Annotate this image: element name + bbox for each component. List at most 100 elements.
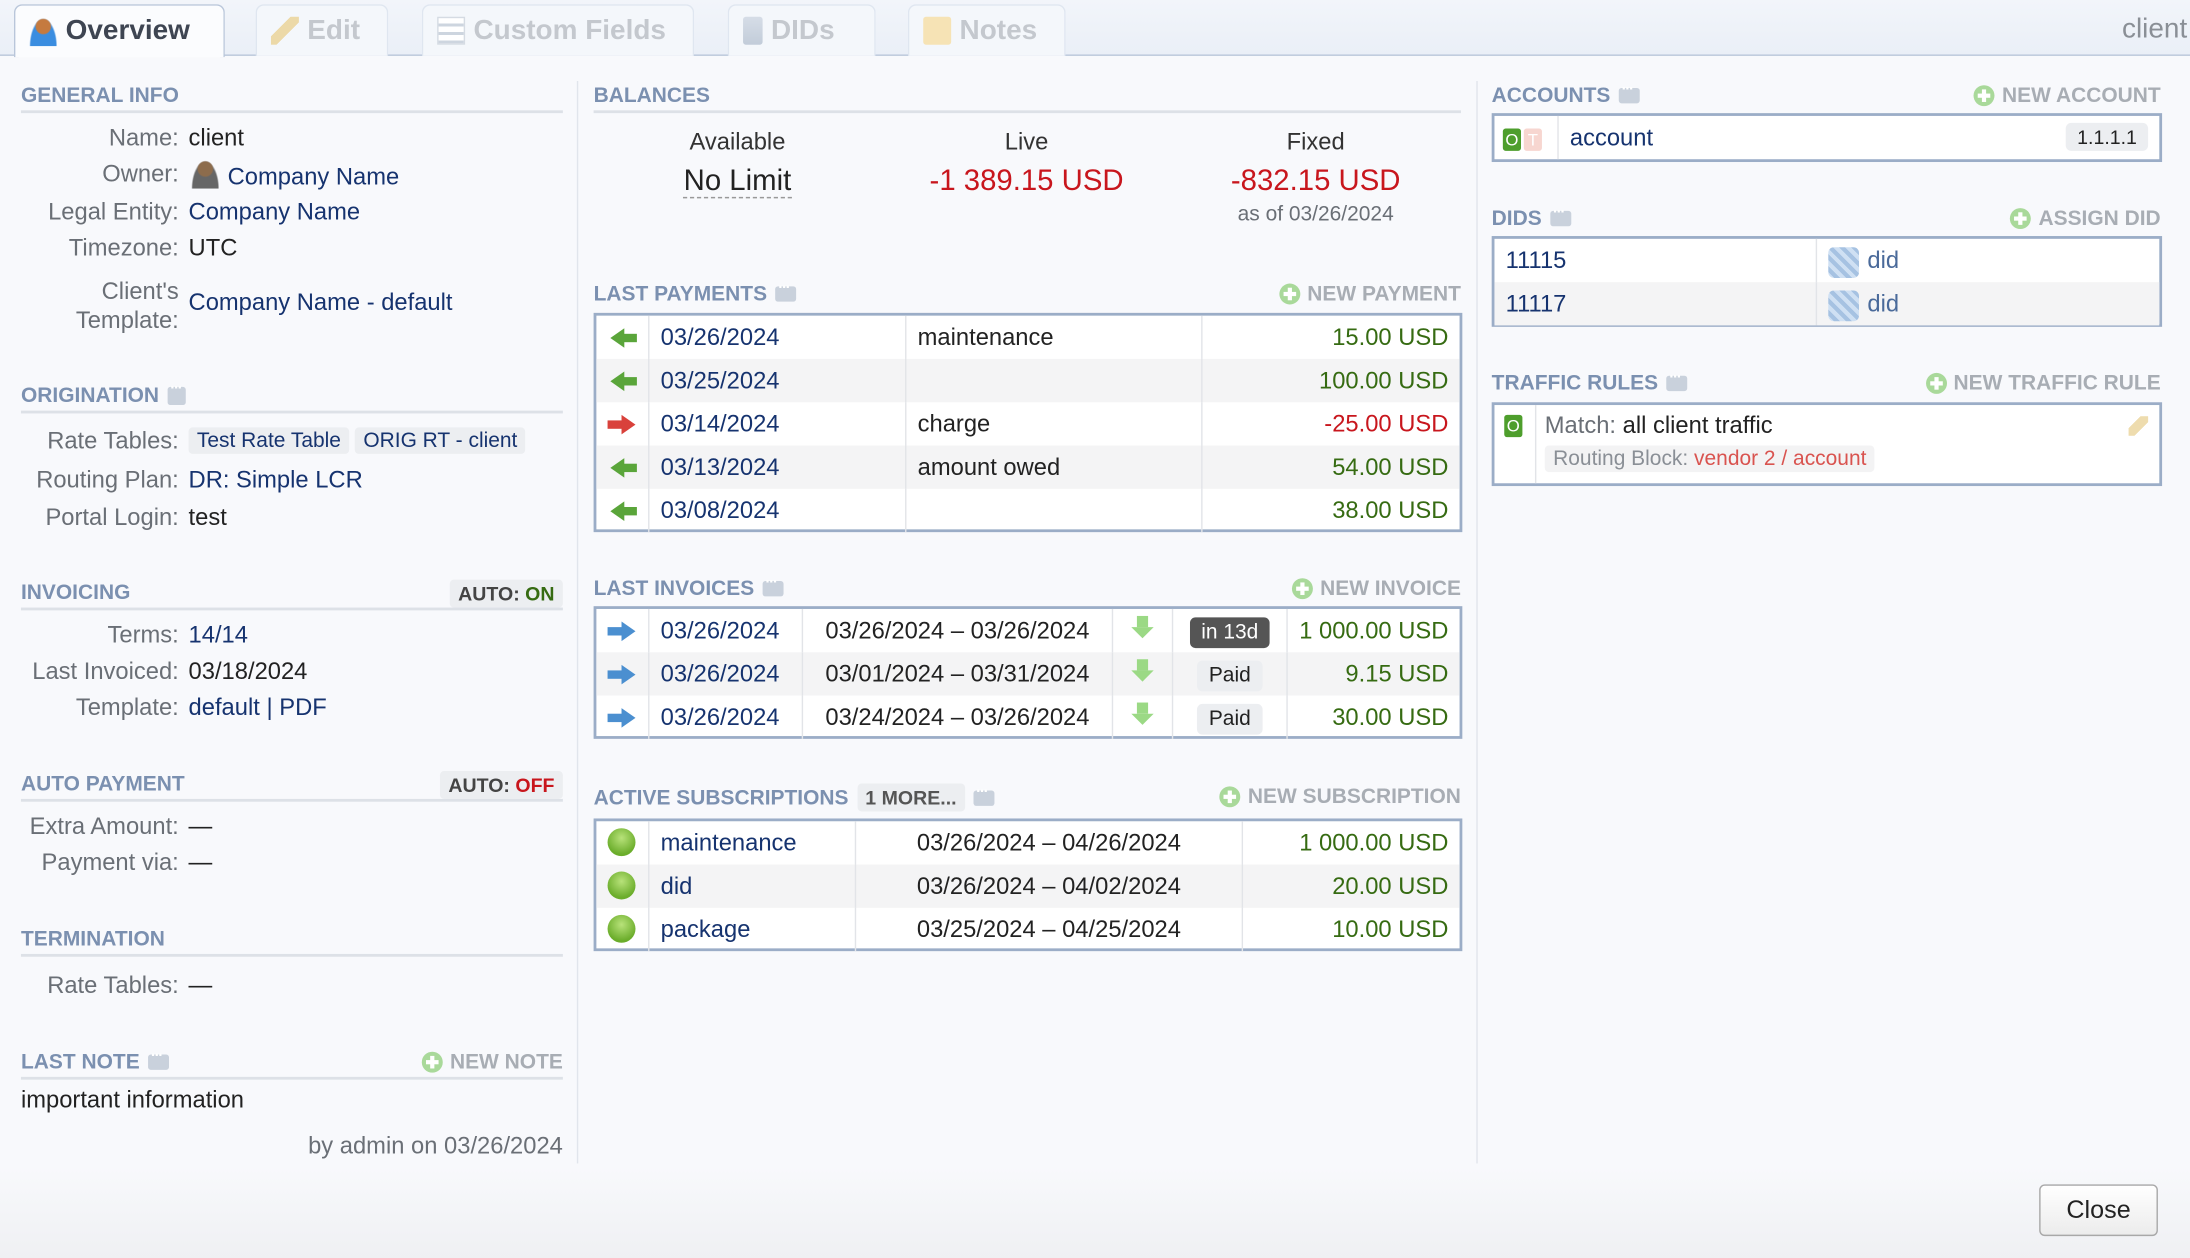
account-row[interactable]: OT account 1.1.1.1	[1494, 115, 2159, 160]
subscription-row[interactable]: package 03/25/2024 – 04/25/2024 10.00 USD	[596, 907, 1459, 952]
fixed-as-of: as of 03/26/2024	[1237, 202, 1394, 227]
payment-row[interactable]: 03/13/2024 amount owed 54.00 USD	[596, 445, 1460, 489]
did-number-link[interactable]: 11115	[1494, 239, 1815, 282]
pdf-link[interactable]: PDF	[279, 694, 326, 721]
invoice-period: 03/26/2024 – 03/26/2024	[801, 608, 1112, 653]
subscription-amount: 20.00 USD	[1241, 864, 1460, 908]
download-icon[interactable]	[1130, 659, 1155, 687]
did-number-link[interactable]: 11117	[1494, 282, 1815, 325]
more-icon[interactable]	[762, 573, 784, 596]
payment-row[interactable]: 03/26/2024 maintenance 15.00 USD	[596, 315, 1459, 359]
more-icon[interactable]	[1618, 80, 1640, 103]
assign-did-button[interactable]: ASSIGN DID	[2010, 207, 2161, 230]
did-icon	[1828, 289, 1860, 321]
new-traffic-rule-button[interactable]: NEW TRAFFIC RULE	[1925, 372, 2161, 395]
invoice-row[interactable]: 03/26/2024 03/26/2024 – 03/26/2024 in 13d 1…	[596, 608, 1459, 653]
invoice-status-badge: Paid	[1197, 703, 1262, 735]
auto-invoicing-badge[interactable]: AUTO: ON	[449, 579, 563, 608]
payment-row[interactable]: 03/08/2024 38.00 USD	[596, 488, 1459, 533]
payment-date-link[interactable]: 03/08/2024	[648, 488, 905, 533]
payment-date-link[interactable]: 03/26/2024	[648, 315, 905, 359]
invoice-date-link[interactable]: 03/26/2024	[648, 608, 802, 653]
client-template-link[interactable]: Company Name - default	[189, 289, 453, 317]
invoice-date-link[interactable]: 03/26/2024	[648, 652, 802, 696]
tab-dids[interactable]: DIDs	[727, 4, 876, 56]
more-icon[interactable]	[148, 1047, 170, 1070]
did-row[interactable]: 11117 did	[1494, 282, 2160, 326]
new-payment-button[interactable]: NEW PAYMENT	[1279, 282, 1461, 306]
expand-icon[interactable]	[167, 379, 186, 405]
new-subscription-button[interactable]: NEW SUBSCRIPTION	[1219, 785, 1461, 809]
active-status-icon	[607, 914, 636, 943]
did-product-cell: did	[1815, 282, 2160, 326]
subscription-row[interactable]: maintenance 03/26/2024 – 04/26/2024 1 000.…	[596, 821, 1459, 865]
did-product-cell: did	[1815, 238, 2160, 283]
heading-text: BALANCES	[593, 83, 711, 107]
new-invoice-button[interactable]: NEW INVOICE	[1292, 577, 1461, 601]
subscription-name-link[interactable]: did	[648, 864, 855, 908]
payment-direction-cell	[596, 359, 648, 402]
routing-block-link[interactable]: vendor 2 / account	[1694, 447, 1866, 471]
rule-match[interactable]: Match: all client traffic	[1545, 412, 1773, 440]
close-button[interactable]: Close	[2039, 1184, 2158, 1237]
new-account-button[interactable]: NEW ACCOUNT	[1974, 84, 2161, 108]
more-subscriptions-button[interactable]: 1 MORE...	[856, 783, 965, 812]
payment-row[interactable]: 03/14/2024 charge -25.00 USD	[596, 402, 1459, 446]
payment-date-link[interactable]: 03/13/2024	[648, 445, 905, 489]
subscription-name-link[interactable]: maintenance	[648, 821, 855, 865]
rate-table-chip[interactable]: Test Rate Table	[188, 427, 350, 454]
legal-entity-link[interactable]: Company Name	[189, 198, 361, 226]
did-product-name[interactable]: did	[1867, 291, 1899, 318]
invoice-icon-cell	[596, 609, 648, 652]
subscriptions-heading: ACTIVE SUBSCRIPTIONS 1 MORE...	[594, 783, 995, 812]
invoice-row[interactable]: 03/26/2024 03/24/2024 – 03/26/2024 Paid 30.…	[596, 695, 1459, 739]
more-icon[interactable]	[775, 279, 797, 301]
edit-pencil-icon[interactable]	[2128, 416, 2149, 436]
tab-notes[interactable]: Notes	[907, 4, 1066, 56]
routing-plan-link[interactable]: DR: Simple LCR	[189, 466, 363, 494]
template-link[interactable]: default	[189, 694, 260, 721]
invoice-status-badge: in 13d	[1190, 617, 1270, 649]
tab-edit[interactable]: Edit	[255, 4, 389, 56]
more-icon[interactable]	[973, 783, 995, 806]
owner-value: Company Name	[191, 160, 400, 192]
more-icon[interactable]	[1550, 203, 1572, 226]
did-row[interactable]: 11115 did	[1494, 238, 2160, 283]
portal-login-label: Portal Login:	[45, 504, 179, 531]
did-product-name[interactable]: did	[1867, 247, 1899, 274]
new-note-button[interactable]: NEW NOTE	[422, 1050, 563, 1074]
tab-custom-fields[interactable]: Custom Fields	[421, 4, 695, 56]
portal-login-value: test	[188, 504, 227, 531]
routing-block-label: Routing Block:	[1553, 446, 1689, 471]
download-icon[interactable]	[1130, 615, 1155, 644]
invoice-date-link[interactable]: 03/26/2024	[648, 695, 802, 739]
available-amount[interactable]: No Limit	[683, 164, 792, 199]
subscription-row[interactable]: did 03/26/2024 – 04/02/2024 20.00 USD	[596, 864, 1460, 908]
more-icon[interactable]	[1666, 368, 1688, 391]
payment-date-link[interactable]: 03/25/2024	[648, 358, 905, 403]
invoice-row[interactable]: 03/26/2024 03/01/2024 – 03/31/2024 Paid 9.1…	[596, 652, 1460, 696]
rate-table-chip[interactable]: ORIG RT - client	[354, 427, 526, 454]
rule-flag-cell: O	[1494, 405, 1537, 484]
note-byline: by admin on 03/26/2024	[308, 1132, 563, 1160]
plus-icon	[422, 1051, 443, 1073]
auto-payment-badge[interactable]: AUTO: OFF	[440, 770, 563, 799]
payment-row[interactable]: 03/25/2024 100.00 USD	[596, 358, 1460, 403]
terms-link[interactable]: 14/14	[189, 622, 248, 650]
tab-overview[interactable]: Overview	[13, 4, 225, 58]
heading-text: LAST PAYMENTS	[593, 281, 768, 306]
payment-direction-cell	[596, 446, 648, 489]
owner-link[interactable]: Company Name	[228, 163, 400, 190]
invoice-amount: 1 000.00 USD	[1286, 608, 1459, 653]
divider	[20, 1076, 563, 1080]
last-invoices-heading: LAST INVOICES	[594, 573, 784, 600]
plus-icon	[1974, 85, 1996, 107]
person-icon	[29, 17, 58, 46]
fixed-label: Fixed	[1286, 128, 1345, 156]
incoming-arrow-icon	[610, 328, 637, 348]
download-icon[interactable]	[1130, 702, 1155, 731]
subscription-name-link[interactable]: package	[648, 907, 855, 952]
payment-date-link[interactable]: 03/14/2024	[648, 402, 905, 446]
template-label: Template:	[75, 694, 179, 721]
last-invoiced-value: 03/18/2024	[188, 657, 308, 685]
